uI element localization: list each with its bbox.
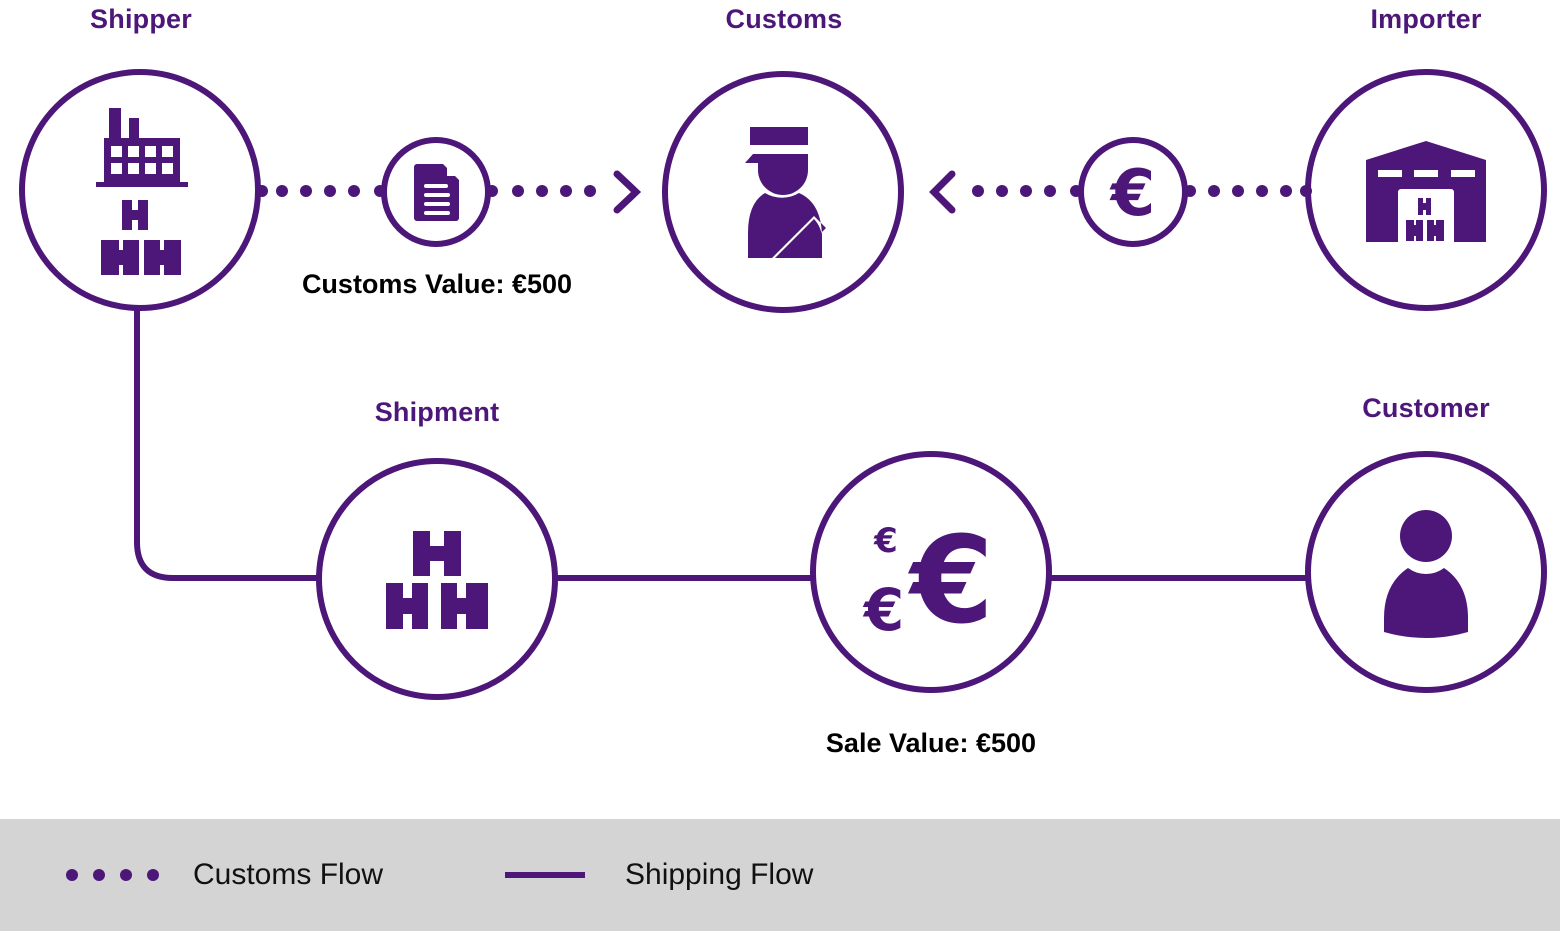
customer-label: Customer [1362,393,1490,423]
dotted-line-icon [66,869,159,881]
document-icon [414,164,459,221]
legend-customs-flow: Customs Flow [66,819,383,931]
legend-shipping-flow-label: Shipping Flow [625,858,814,891]
customs-officer-icon [745,127,826,258]
arrow-right-icon [613,170,642,214]
shipment-label: Shipment [374,397,500,427]
shipper-node [19,69,261,311]
warehouse-icon [1366,141,1486,242]
arrow-left-icon [929,170,956,214]
person-icon [1384,510,1468,638]
sale-value-label: Sale Value: €500 [825,728,1037,758]
legend: Customs Flow Shipping Flow [0,819,1560,931]
euro-icon: € [1109,157,1156,231]
shipper-label: Shipper [90,4,192,34]
svg-text:€: € [1109,157,1156,231]
shipping-line-shipper-to-shipment [134,307,322,581]
solid-line-icon [505,872,585,878]
legend-shipping-flow: Shipping Flow [505,819,813,931]
importer-label: Importer [1370,4,1482,34]
customs-value-label: Customs Value: €500 [301,269,573,299]
importer-node [1305,69,1547,311]
customs-shipping-diagram: € € € € [19,69,1547,700]
boxes-icon [386,531,488,629]
shipment-node [316,458,558,700]
euro-coins-icon: € € € [862,512,994,651]
svg-text:€: € [907,512,994,651]
svg-text:€: € [862,576,904,644]
customer-node [1305,451,1547,693]
legend-customs-flow-label: Customs Flow [193,858,384,891]
factory-with-boxes-icon [96,108,188,275]
customs-label: Customs [725,4,843,34]
svg-text:€: € [873,521,898,561]
